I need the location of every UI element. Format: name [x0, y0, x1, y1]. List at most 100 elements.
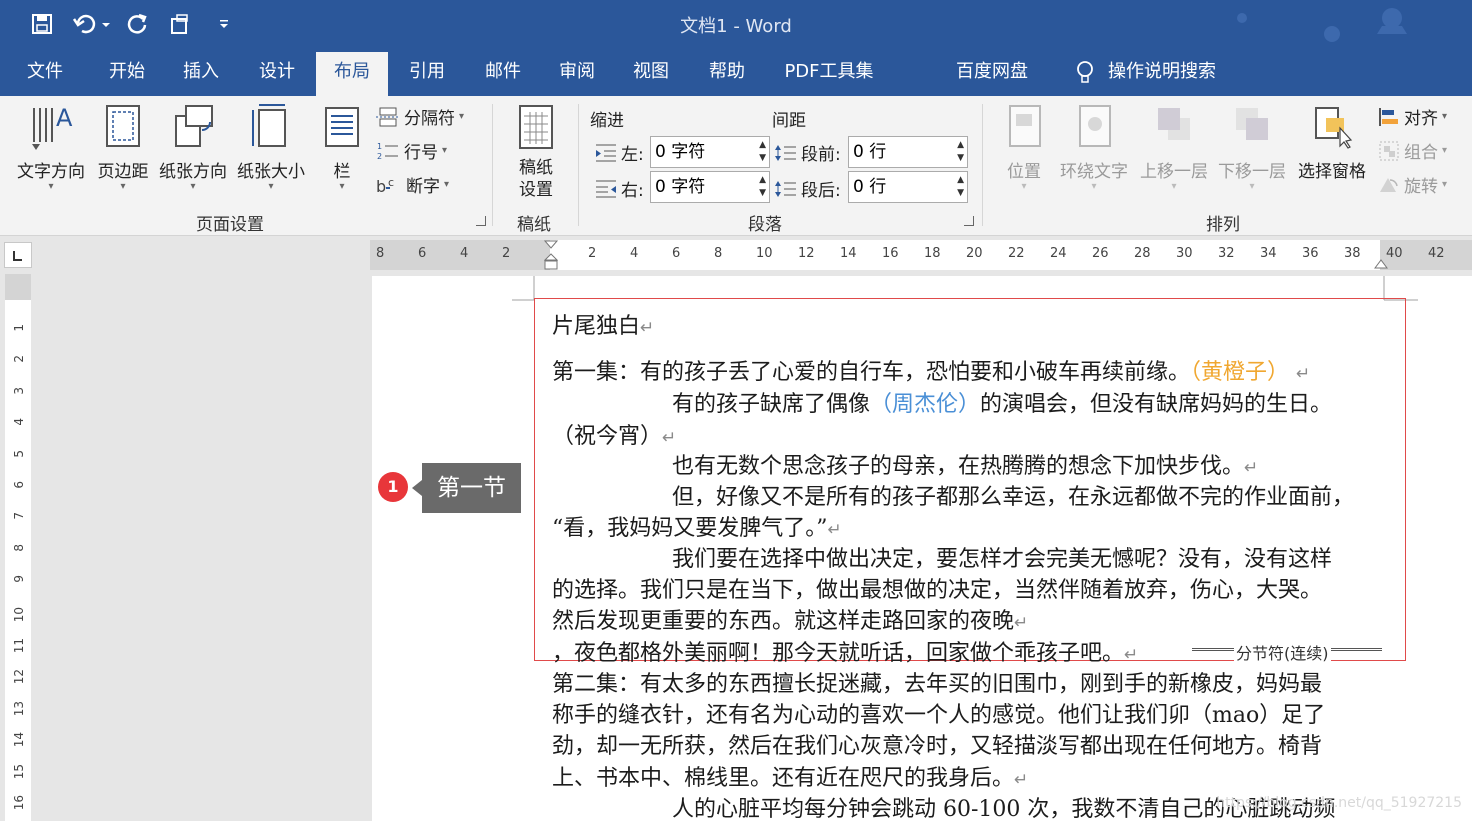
columns-button[interactable]: 栏 ▾: [318, 102, 366, 192]
ruler-tick-label: 24: [1050, 246, 1067, 261]
tab-design[interactable]: 设计: [246, 48, 308, 96]
paragraph-7-line-3[interactable]: 劲，却一无所获，然后在我们心灰意冷时，又轻描淡写都出现在任何地方。椅背: [552, 728, 1322, 760]
vertical-ruler-tick-label: 11: [12, 638, 26, 654]
bring-forward-icon: [1158, 108, 1190, 140]
hyphenation-button[interactable]: bc 断字 ▾: [376, 172, 449, 198]
line-numbers-icon: 12: [377, 142, 398, 161]
first-line-indent-marker-icon[interactable]: [543, 240, 559, 274]
paragraph-7-line-2[interactable]: 称手的缝衣针，还有名为心动的喜欢一个人的感觉。他们让我们卯（mao）足了: [552, 697, 1325, 729]
wrap-text-button[interactable]: 环绕文字 ▾: [1056, 102, 1132, 192]
text-direction-button[interactable]: A 文字方向 ▾: [10, 102, 92, 192]
paragraph-2-line-1[interactable]: 有的孩子缺席了偶像（周杰伦）的演唱会，但没有缺席妈妈的生日。: [672, 386, 1332, 418]
vertical-ruler[interactable]: 1 2 3 4 5 6 7 8 9 10 11 12 13 14 15 16: [5, 274, 31, 821]
lightbulb-icon: [1077, 61, 1093, 83]
spacing-before-spinner[interactable]: ▲ ▼: [957, 139, 964, 165]
position-icon: [1009, 105, 1041, 147]
align-button[interactable]: 对齐 ▾: [1378, 104, 1447, 129]
indent-left-spinner[interactable]: ▲ ▼: [759, 139, 766, 165]
page-setup-launcher-icon[interactable]: [476, 216, 486, 226]
group-separator: [578, 104, 579, 226]
tab-baidu-netdisk[interactable]: 百度网盘: [944, 48, 1040, 96]
paragraph-7-line-4[interactable]: 上、书本中、棉线里。还有近在咫尺的我身后。↵: [552, 760, 1028, 792]
indent-left-value: 0 字符: [655, 142, 706, 162]
tab-layout[interactable]: 布局: [316, 52, 388, 96]
indent-right-label: 右:: [594, 176, 644, 201]
tab-home[interactable]: 开始: [96, 48, 158, 96]
paragraph-group-label: 段落: [748, 215, 782, 235]
paragraph-launcher-icon[interactable]: [964, 216, 974, 226]
tab-file[interactable]: 文件: [14, 48, 76, 96]
tab-review[interactable]: 审阅: [546, 48, 608, 96]
spacing-before-input[interactable]: 0 行 ▲ ▼: [848, 136, 968, 168]
ruler-tick-label: 6: [672, 246, 681, 261]
tell-me-search[interactable]: 操作说明搜索: [1066, 48, 1226, 96]
margins-button[interactable]: 页边距 ▾: [92, 102, 154, 192]
orientation-label: 纸张方向: [159, 162, 227, 182]
tab-view[interactable]: 视图: [620, 48, 682, 96]
ruler-tick-label: 30: [1176, 246, 1193, 261]
page-setup-group-label: 页面设置: [196, 215, 264, 235]
indent-right-input[interactable]: 0 字符 ▲ ▼: [650, 171, 770, 203]
spacing-before-value: 0 行: [853, 142, 887, 162]
wrap-text-label: 环绕文字: [1060, 162, 1128, 182]
breaks-button[interactable]: 分隔符 ▾: [376, 104, 464, 129]
orientation-button[interactable]: 纸张方向 ▾: [154, 102, 232, 192]
horizontal-ruler[interactable]: 8 6 4 2 2 4 6 8 10 12 14 16 18 20 22 24 26 28 30 32 34 36…: [370, 240, 1472, 270]
tab-insert[interactable]: 插入: [170, 48, 232, 96]
vertical-ruler-tick-label: 5: [12, 449, 26, 458]
vertical-ruler-tick-label: 6: [12, 481, 26, 489]
paragraph-1[interactable]: 第一集：有的孩子丢了心爱的自行车，恐怕要和小破车再续前缘。（黄橙子） ↵: [552, 354, 1310, 386]
tab-stop-left-icon: [13, 251, 22, 261]
text-direction-label: 文字方向: [17, 162, 85, 182]
paragraph-4-line-1[interactable]: 但，好像又不是所有的孩子都那么幸运，在永远都做不完的作业面前，: [672, 479, 1354, 511]
bring-forward-button[interactable]: 上移一层 ▾: [1136, 102, 1212, 192]
ruler-tick-label: 42: [1428, 246, 1445, 261]
arrange-group-label: 排列: [1206, 215, 1240, 235]
right-indent-marker-icon[interactable]: [1374, 254, 1388, 274]
manuscript-settings-label-1: 稿纸: [519, 158, 553, 178]
spacing-after-input[interactable]: 0 行 ▲ ▼: [848, 171, 968, 203]
svg-text:b: b: [376, 177, 386, 196]
paragraph-4-line-2[interactable]: “看，我妈妈又要发脾气了。”↵: [552, 510, 842, 542]
tab-selector[interactable]: [4, 242, 32, 268]
spacing-after-spinner[interactable]: ▲ ▼: [957, 174, 964, 200]
selection-pane-label: 选择窗格: [1298, 162, 1366, 182]
ruler-tick-label: 34: [1260, 246, 1277, 261]
paragraph-3[interactable]: 也有无数个思念孩子的母亲，在热腾腾的想念下加快步伐。↵: [672, 448, 1258, 480]
paragraph-6[interactable]: ，夜色都格外美丽啊！那今天就听话，回家做个乖孩子吧。↵: [552, 635, 1138, 667]
doc-title-text: 片尾独白: [552, 314, 641, 339]
indent-right-spinner[interactable]: ▲ ▼: [759, 174, 766, 200]
orientation-icon: [175, 105, 213, 147]
size-button[interactable]: 纸张大小 ▾: [232, 102, 310, 192]
group-icon: [1379, 141, 1399, 160]
vertical-ruler-tick-label: 4: [12, 418, 26, 426]
paragraph-7-line-1[interactable]: 第二集：有太多的东西擅长捉迷藏，去年买的旧围巾，刚到手的新橡皮，妈妈最: [552, 666, 1322, 698]
group-separator: [492, 104, 493, 226]
paragraph-5-line-2[interactable]: 的选择。我们只是在当下，做出最想做的决定，当然伴随着放弃，伤心，大哭。: [552, 572, 1322, 604]
tab-pdf-tools[interactable]: PDF工具集: [772, 48, 886, 96]
selection-pane-button[interactable]: 选择窗格: [1292, 102, 1372, 182]
line-numbers-button[interactable]: 12 行号 ▾: [376, 138, 447, 164]
vertical-ruler-tick-label: 14: [12, 732, 26, 748]
rotate-button[interactable]: 旋转 ▾: [1378, 172, 1447, 197]
paragraph-2-line-2[interactable]: （祝今宵）↵: [552, 418, 676, 450]
margins-label: 页边距: [97, 162, 149, 182]
doc-title-line[interactable]: 片尾独白↵: [552, 308, 654, 340]
columns-label: 栏: [333, 162, 351, 182]
indent-left-input[interactable]: 0 字符 ▲ ▼: [650, 136, 770, 168]
group-button[interactable]: 组合 ▾: [1378, 138, 1447, 163]
send-backward-button[interactable]: 下移一层 ▾: [1214, 102, 1290, 192]
wrap-text-icon: [1079, 105, 1111, 147]
paragraph-5-line-3[interactable]: 然后发现更重要的东西。就这样走路回家的夜晚↵: [552, 603, 1028, 635]
step-badge: 1: [378, 472, 408, 502]
ruler-tick-label: 4: [630, 246, 639, 261]
tab-references[interactable]: 引用: [396, 48, 458, 96]
tab-mailings[interactable]: 邮件: [472, 48, 534, 96]
paragraph-5-line-1[interactable]: 我们要在选择中做出决定，要怎样才会完美无憾呢？没有，没有这样: [672, 541, 1332, 573]
position-button[interactable]: 位置 ▾: [996, 102, 1052, 192]
rotate-icon: [1380, 177, 1398, 192]
manuscript-settings-button[interactable]: 稿纸 设置: [500, 102, 572, 201]
breaks-icon: [376, 107, 400, 126]
section-break-label: 分节符(连续): [1234, 640, 1331, 664]
tab-help[interactable]: 帮助: [696, 48, 758, 96]
